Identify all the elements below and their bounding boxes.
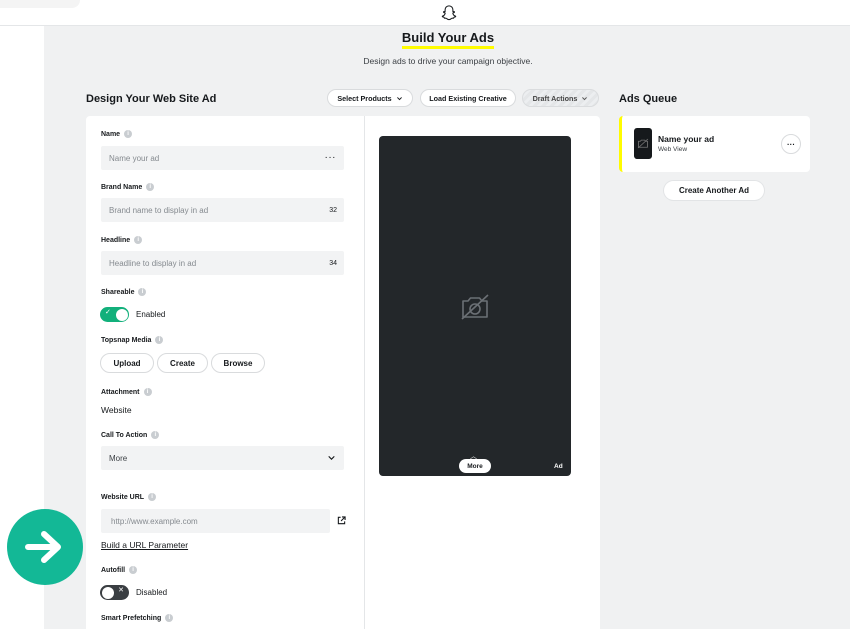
info-icon[interactable]: i — [138, 288, 147, 296]
website-url-placeholder: http://www.example.com — [111, 516, 198, 526]
attachment-value: Website — [101, 405, 132, 415]
chevron-down-icon — [396, 96, 402, 100]
create-button[interactable]: Create — [157, 353, 208, 373]
brand-name-label: Brand Name i — [101, 183, 155, 191]
headline-placeholder: Headline to display in ad — [109, 258, 197, 268]
page-subtitle: Design ads to drive your campaign object… — [363, 56, 533, 66]
shareable-label: Shareable i — [101, 288, 147, 296]
info-icon[interactable]: i — [165, 614, 174, 622]
next-arrow-button[interactable] — [7, 509, 83, 585]
design-section-title: Design Your Web Site Ad — [86, 93, 217, 105]
upload-button[interactable]: Upload — [100, 353, 154, 373]
topsnap-media-label: Topsnap Media i — [101, 336, 164, 344]
browse-button[interactable]: Browse — [211, 353, 265, 373]
smart-prefetching-label: Smart Prefetching i — [101, 614, 174, 622]
shareable-state: Enabled — [136, 310, 166, 319]
website-url-label: Website URL i — [101, 493, 157, 501]
chevron-down-icon — [328, 456, 335, 460]
select-products-button[interactable]: Select Products — [327, 89, 413, 107]
top-left-decoration — [0, 0, 80, 8]
select-products-label: Select Products — [337, 93, 392, 103]
info-icon[interactable]: i — [129, 566, 138, 574]
snapchat-ghost-icon[interactable] — [440, 4, 458, 22]
check-icon: ✓ — [105, 309, 111, 316]
ads-queue-title: Ads Queue — [619, 93, 678, 105]
external-link-icon[interactable] — [337, 516, 346, 525]
headline-char-count: 34 — [329, 259, 337, 267]
draft-actions-label: Draft Actions — [532, 93, 578, 103]
info-icon[interactable]: i — [146, 183, 155, 191]
arrow-right-icon — [25, 531, 61, 563]
camera-off-icon — [637, 138, 649, 149]
page-title: Build Your Ads — [0, 30, 850, 49]
card-divider — [364, 116, 365, 629]
autofill-state: Disabled — [136, 588, 168, 597]
brand-name-placeholder: Brand name to display in ad — [109, 205, 209, 215]
preview-more-button[interactable]: More — [459, 459, 491, 473]
x-icon: ✕ — [118, 587, 124, 594]
shareable-toggle[interactable]: ✓ — [100, 307, 129, 322]
name-label: Name i — [101, 130, 133, 138]
cta-value: More — [109, 453, 128, 463]
cta-label: Call To Action i — [101, 431, 160, 439]
autofill-toggle[interactable]: ✕ — [100, 585, 129, 600]
headline-input[interactable]: Headline to display in ad 34 — [101, 251, 344, 275]
website-url-input[interactable]: http://www.example.com — [101, 509, 330, 533]
more-options-icon[interactable]: ··· — [325, 152, 337, 163]
name-placeholder: Name your ad — [109, 153, 160, 163]
load-existing-label: Load Existing Creative — [429, 93, 507, 103]
draft-actions-button[interactable]: Draft Actions — [522, 89, 599, 107]
queue-item-type: Web View — [658, 146, 688, 153]
top-bar — [0, 0, 850, 26]
create-another-ad-button[interactable]: Create Another Ad — [664, 181, 764, 200]
name-input[interactable]: Name your ad ··· — [101, 146, 344, 170]
build-url-parameter-link[interactable]: Build a URL Parameter — [101, 540, 188, 550]
camera-off-icon — [461, 294, 489, 320]
info-icon[interactable]: i — [143, 388, 152, 396]
info-icon[interactable]: i — [155, 336, 164, 344]
toggle-knob — [115, 308, 128, 321]
autofill-label: Autofill i — [101, 566, 138, 574]
brand-name-input[interactable]: Brand name to display in ad 32 — [101, 198, 344, 222]
info-icon[interactable]: i — [148, 493, 157, 501]
info-icon[interactable]: i — [151, 431, 160, 439]
ad-tag: Ad — [554, 463, 563, 470]
queue-item-more-button[interactable]: ··· — [781, 134, 801, 154]
cta-select[interactable]: More — [101, 446, 344, 470]
brand-char-count: 32 — [329, 206, 337, 214]
toggle-knob — [101, 586, 114, 599]
headline-label: Headline i — [101, 236, 143, 244]
load-existing-creative-button[interactable]: Load Existing Creative — [420, 89, 516, 107]
attachment-label: Attachment i — [101, 388, 152, 396]
queue-item-name: Name your ad — [658, 134, 715, 144]
chevron-down-icon — [582, 96, 588, 100]
info-icon[interactable]: i — [124, 130, 133, 138]
ad-thumbnail — [634, 128, 652, 159]
info-icon[interactable]: i — [134, 236, 143, 244]
